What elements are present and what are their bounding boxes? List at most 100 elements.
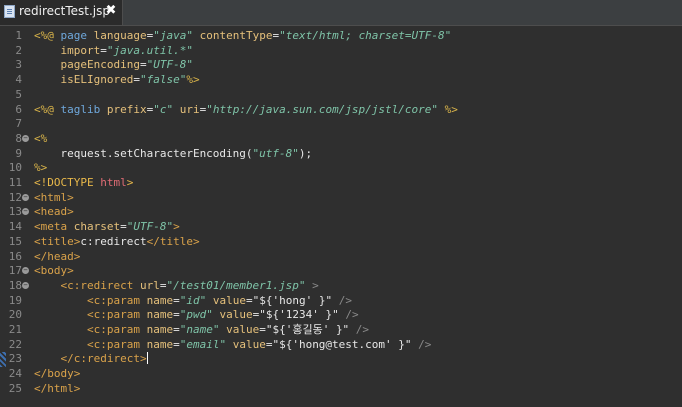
fold-toggle-icon[interactable]: − bbox=[22, 267, 29, 275]
line-number: 16 bbox=[8, 249, 22, 263]
code-line[interactable]: 24 </body> bbox=[0, 367, 682, 382]
line-number: 9 bbox=[15, 146, 22, 160]
code-token: <c:param bbox=[34, 293, 147, 307]
code-token: ); bbox=[298, 146, 313, 160]
code-token: <head> bbox=[34, 205, 74, 219]
code-token: "${'hong' }" bbox=[252, 293, 333, 307]
code-token: > bbox=[126, 176, 134, 189]
line-number: 21 bbox=[8, 323, 22, 336]
code-token: url bbox=[139, 278, 160, 292]
fold-toggle-icon[interactable]: − bbox=[22, 134, 29, 142]
code-line[interactable]: 6 <%@ taglib prefix="c" uri="http://java.… bbox=[0, 103, 682, 118]
line-number: 18 bbox=[8, 278, 22, 292]
code-token: pageEncoding bbox=[34, 58, 140, 72]
code-token: = bbox=[133, 73, 140, 87]
code-token: <% bbox=[34, 131, 48, 145]
code-token: "${'홍길동' }" bbox=[265, 323, 350, 336]
editor-tab-redirecttest[interactable]: redirectTest.jsp ✖ bbox=[0, 0, 123, 25]
line-number: 22 bbox=[8, 337, 22, 351]
code-token: </body> bbox=[34, 367, 81, 381]
code-token: <c:redirect bbox=[34, 278, 140, 292]
code-token: "name" bbox=[179, 323, 220, 336]
code-text: <% bbox=[34, 132, 47, 147]
code-line[interactable]: 23 </c:redirect> bbox=[0, 352, 682, 368]
code-token: %> bbox=[34, 161, 48, 175]
code-line[interactable]: 8− <% bbox=[0, 132, 682, 147]
code-token: value bbox=[206, 293, 246, 307]
code-token: "id" bbox=[179, 293, 207, 307]
code-text: <c:param name="pwd" value="${'1234' }" /… bbox=[34, 308, 359, 323]
code-line[interactable]: 2 import="java.util.*" bbox=[0, 44, 682, 59]
code-line[interactable]: 3 pageEncoding="UTF-8" bbox=[0, 58, 682, 73]
fold-toggle-icon[interactable]: − bbox=[22, 208, 29, 216]
text-cursor bbox=[146, 352, 148, 365]
code-line[interactable]: 7 bbox=[0, 117, 682, 132]
line-number: 17 bbox=[8, 264, 22, 278]
line-number: 3 bbox=[15, 58, 22, 72]
code-text: request.setCharacterEncoding("utf-8"); bbox=[34, 147, 312, 162]
code-line[interactable]: 21 <c:param name="name" value="${'홍길동' }… bbox=[0, 323, 682, 338]
code-line[interactable]: 22 <c:param name="email" value="${'hong@… bbox=[0, 338, 682, 353]
code-token: <title> bbox=[34, 234, 81, 248]
code-token: </c:redirect> bbox=[34, 352, 147, 366]
code-token: isELIgnored bbox=[34, 73, 134, 87]
code-line[interactable]: 18− <c:redirect url="/test01/member1.jsp… bbox=[0, 279, 682, 294]
code-line[interactable]: 14 <meta charset="UTF-8"> bbox=[0, 220, 682, 235]
code-line[interactable]: 25 </html> bbox=[0, 382, 682, 397]
code-text: pageEncoding="UTF-8" bbox=[34, 58, 192, 73]
code-line[interactable]: 13− <head> bbox=[0, 205, 682, 220]
code-line[interactable]: 4 isELIgnored="false"%> bbox=[0, 73, 682, 88]
code-token: html bbox=[100, 176, 127, 189]
line-number: 1 bbox=[15, 29, 22, 42]
code-token: charset bbox=[73, 220, 121, 234]
code-text: <%@ taglib prefix="c" uri="http://java.s… bbox=[34, 103, 458, 118]
code-text: <html> bbox=[34, 191, 74, 206]
code-line[interactable]: 12− <html> bbox=[0, 191, 682, 206]
code-line[interactable]: 9 request.setCharacterEncoding("utf-8"); bbox=[0, 147, 682, 162]
code-token: = bbox=[173, 293, 180, 307]
code-token: name bbox=[146, 308, 174, 322]
code-text: %> bbox=[34, 161, 47, 176]
code-line[interactable]: 16 </head> bbox=[0, 250, 682, 265]
code-token: c:redirect bbox=[80, 234, 147, 248]
line-number: 7 bbox=[15, 117, 22, 131]
code-text: import="java.util.*" bbox=[34, 44, 192, 59]
code-token: /> bbox=[332, 293, 352, 307]
code-line[interactable]: 17− <body> bbox=[0, 264, 682, 279]
line-number: 15 bbox=[8, 234, 22, 248]
code-token: </head> bbox=[34, 249, 81, 263]
code-text: <c:param name="id" value="${'hong' }" /> bbox=[34, 294, 352, 309]
code-line[interactable]: 10 %> bbox=[0, 161, 682, 176]
tab-title: redirectTest.jsp bbox=[19, 4, 111, 18]
code-token: value bbox=[212, 308, 253, 322]
line-number: 5 bbox=[15, 87, 22, 101]
code-token: contentType bbox=[192, 29, 273, 42]
line-number: 8 bbox=[15, 131, 22, 145]
line-number: 4 bbox=[15, 73, 22, 87]
code-line[interactable]: 15 <title>c:redirect</title> bbox=[0, 235, 682, 250]
fold-toggle-icon[interactable]: − bbox=[22, 281, 29, 289]
fold-toggle-icon[interactable]: − bbox=[22, 193, 29, 201]
code-token: "c" bbox=[153, 102, 174, 116]
code-line[interactable]: 11 <!DOCTYPE html> bbox=[0, 176, 682, 191]
line-number: 23 bbox=[8, 352, 22, 366]
code-text: <head> bbox=[34, 205, 74, 220]
code-token: = bbox=[120, 220, 127, 234]
code-editor: redirectTest.jsp ✖ 1 <%@ page language="j… bbox=[0, 0, 682, 407]
code-token: /> bbox=[349, 323, 370, 336]
code-token: value bbox=[226, 337, 266, 351]
code-line[interactable]: 20 <c:param name="pwd" value="${'1234' }… bbox=[0, 308, 682, 323]
code-text: <c:redirect url="/test01/member1.jsp" > bbox=[34, 278, 318, 294]
line-number: 13 bbox=[8, 205, 22, 219]
code-token: = bbox=[173, 323, 180, 336]
line-number: 10 bbox=[8, 161, 22, 175]
code-token: <%@ bbox=[34, 29, 61, 42]
code-token: "http://java.sun.com/jsp/jstl/core" bbox=[206, 102, 439, 116]
code-line[interactable]: 1 <%@ page language="java" contentType="t… bbox=[0, 29, 682, 44]
code-line[interactable]: 19 <c:param name="id" value="${'hong' }"… bbox=[0, 294, 682, 309]
code-line[interactable]: 5 bbox=[0, 88, 682, 103]
close-icon[interactable]: ✖ bbox=[104, 3, 118, 19]
line-number: 19 bbox=[8, 293, 22, 307]
line-number: 6 bbox=[15, 102, 22, 116]
code-token: "email" bbox=[179, 337, 227, 351]
